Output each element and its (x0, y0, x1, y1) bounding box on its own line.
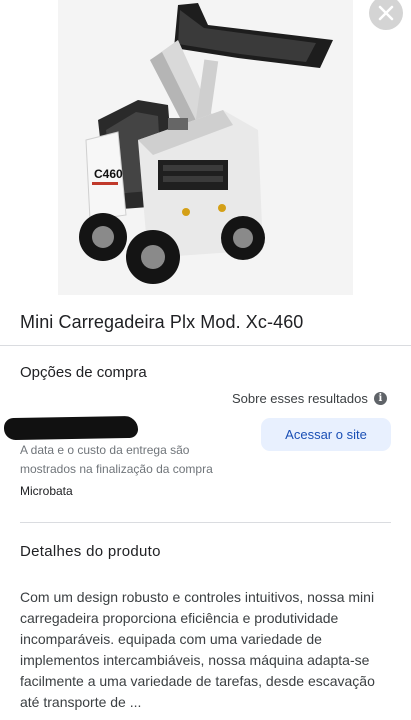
redacted-price (3, 415, 139, 441)
visit-site-button[interactable]: Acessar o site (261, 418, 391, 451)
about-results-label: Sobre esses resultados (232, 391, 368, 406)
image-area: C460 (0, 0, 411, 300)
about-results-link[interactable]: Sobre esses resultados i (232, 391, 387, 406)
buying-options-heading: Opções de compra (20, 364, 147, 381)
delivery-note: A data e o custo da entrega são mostrado… (20, 443, 213, 476)
product-details-heading: Detalhes do produto (20, 543, 161, 560)
skid-steer-illustration: C460 (58, 0, 353, 295)
close-icon (378, 5, 394, 21)
svg-text:C460: C460 (94, 167, 123, 181)
close-button[interactable] (369, 0, 403, 30)
divider (0, 345, 411, 346)
divider (20, 522, 391, 523)
product-title: Mini Carregadeira Plx Mod. Xc-460 (20, 312, 304, 332)
product-description: Com um design robusto e controles intuit… (20, 589, 375, 710)
info-icon[interactable]: i (373, 392, 387, 405)
product-image[interactable]: C460 (58, 0, 353, 295)
seller-name: Microbata (20, 484, 73, 498)
